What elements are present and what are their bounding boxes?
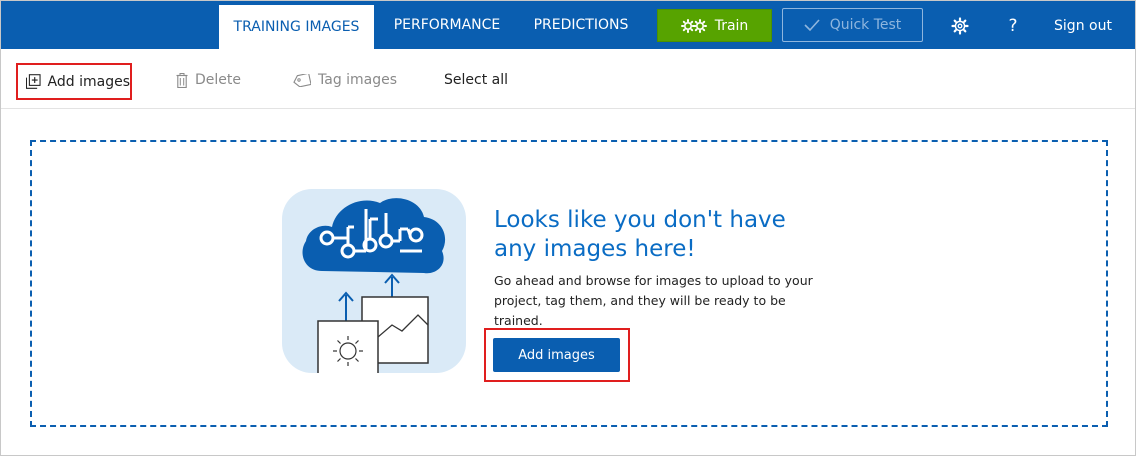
cloud-upload-images-illustration: [282, 189, 466, 373]
trash-icon: [176, 72, 188, 88]
quick-test-button[interactable]: Quick Test: [782, 8, 923, 42]
select-all-button[interactable]: Select all: [444, 66, 508, 94]
add-images-button[interactable]: Add images: [493, 338, 620, 372]
add-image-icon: [26, 74, 41, 89]
add-images-toolbar-button[interactable]: Add images: [16, 63, 132, 100]
gear-icon: [951, 17, 969, 35]
app-window: TRAINING IMAGES PERFORMANCE PREDICTIONS: [0, 0, 1136, 456]
empty-state-description: Go ahead and browse for images to upload…: [494, 273, 813, 328]
tag-images-label: Tag images: [318, 72, 398, 88]
tab-performance[interactable]: PERFORMANCE: [387, 1, 507, 49]
delete-label: Delete: [195, 72, 241, 88]
tab-training-images[interactable]: TRAINING IMAGES: [219, 5, 374, 49]
tag-icon: [293, 73, 311, 87]
train-button-label: Train: [714, 17, 749, 34]
tab-predictions[interactable]: PREDICTIONS: [525, 1, 637, 49]
help-button[interactable]: ?: [1002, 14, 1024, 38]
train-button[interactable]: Train: [657, 9, 772, 42]
empty-state-heading: Looks like you don't have any images her…: [494, 207, 786, 262]
gears-icon: [680, 18, 707, 33]
sign-out-link[interactable]: Sign out: [1047, 15, 1119, 37]
settings-button[interactable]: [949, 15, 971, 37]
tag-images-button[interactable]: Tag images: [293, 66, 397, 94]
delete-button[interactable]: Delete: [176, 66, 241, 94]
checkmark-icon: [804, 19, 820, 32]
image-toolbar: Add images Delete Tag images Select all: [1, 49, 1135, 109]
quick-test-label: Quick Test: [829, 17, 902, 33]
add-images-toolbar-label: Add images: [47, 73, 130, 90]
top-nav-bar: TRAINING IMAGES PERFORMANCE PREDICTIONS: [1, 1, 1135, 49]
